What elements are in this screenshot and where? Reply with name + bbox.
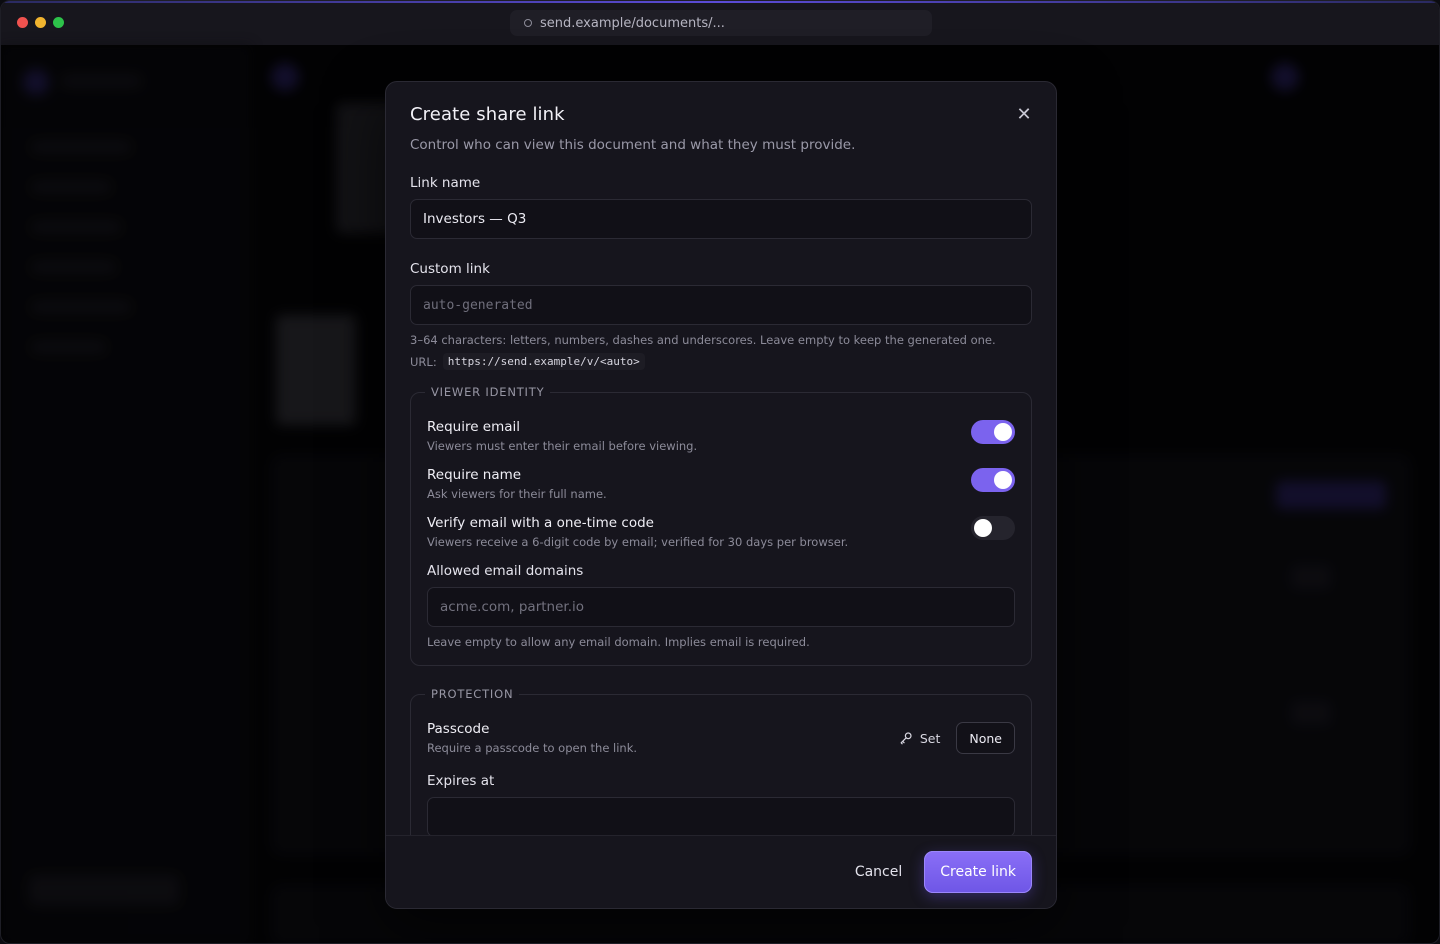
minimize-window-button[interactable] xyxy=(35,17,46,28)
verify-email-title: Verify email with a one-time code xyxy=(427,515,654,531)
url-preview-label: URL: xyxy=(410,354,437,369)
viewer-identity-section: VIEWER IDENTITY Require email Viewers mu… xyxy=(410,385,1032,666)
url-preview: URL: https://send.example/v/<auto> xyxy=(410,353,1032,370)
expires-input[interactable] xyxy=(427,797,1015,835)
require-email-title: Require email xyxy=(427,419,521,435)
close-icon[interactable]: ✕ xyxy=(1014,104,1034,125)
address-bar[interactable]: send.example/documents/... xyxy=(510,10,932,36)
custom-link-placeholder: auto-generated xyxy=(423,297,533,313)
require-email-toggle[interactable] xyxy=(971,420,1015,444)
allowed-domains-placeholder: acme.com, partner.io xyxy=(440,599,585,615)
allowed-domains-label: Allowed email domains xyxy=(427,563,584,579)
protection-section: PROTECTION Passcode Require a passcode t… xyxy=(410,687,1032,835)
key-icon xyxy=(900,732,912,745)
dialog-subtitle: Control who can view this document and w… xyxy=(410,137,856,153)
set-passcode-label: Set xyxy=(919,730,941,746)
site-info-icon xyxy=(524,19,532,27)
set-passcode-button[interactable]: Set xyxy=(899,730,941,746)
dialog-title: Create share link xyxy=(410,104,565,125)
verify-email-toggle[interactable] xyxy=(971,516,1015,540)
require-name-desc: Ask viewers for their full name. xyxy=(427,487,607,501)
require-name-title: Require name xyxy=(427,467,522,483)
expires-label: Expires at xyxy=(427,773,495,789)
close-window-button[interactable] xyxy=(17,17,28,28)
passcode-desc: Require a passcode to open the link. xyxy=(427,741,638,755)
maximize-window-button[interactable] xyxy=(53,17,64,28)
create-link-button[interactable]: Create link xyxy=(924,851,1032,893)
url-preview-value: https://send.example/v/<auto> xyxy=(442,353,645,370)
allowed-domains-hint: Leave empty to allow any email domain. I… xyxy=(427,635,810,649)
link-name-label: Link name xyxy=(410,175,481,191)
cancel-button[interactable]: Cancel xyxy=(855,864,902,880)
require-email-row: Require email Viewers must enter their e… xyxy=(427,419,1015,453)
viewer-identity-legend: VIEWER IDENTITY xyxy=(425,385,551,399)
link-name-input[interactable]: Investors — Q3 xyxy=(410,199,1032,239)
create-link-label: Create link xyxy=(940,864,1016,880)
create-share-link-dialog: ✕ Create share link Control who can view… xyxy=(385,81,1057,909)
require-name-toggle[interactable] xyxy=(971,468,1015,492)
address-bar-url: send.example/documents/... xyxy=(540,15,725,31)
browser-window: send.example/documents/... ✕ Create shar… xyxy=(0,0,1440,944)
passcode-none-label: None xyxy=(969,730,1002,746)
require-name-row: Require name Ask viewers for their full … xyxy=(427,467,1015,501)
protection-legend: PROTECTION xyxy=(425,687,520,701)
browser-titlebar: send.example/documents/... xyxy=(1,1,1439,45)
passcode-title: Passcode xyxy=(427,721,490,737)
passcode-row: Passcode Require a passcode to open the … xyxy=(427,721,1015,755)
dialog-body: ✕ Create share link Control who can view… xyxy=(386,82,1056,835)
custom-link-input[interactable]: auto-generated xyxy=(410,285,1032,325)
custom-link-hint: 3–64 characters: letters, numbers, dashe… xyxy=(410,333,996,347)
allowed-domains-input[interactable]: acme.com, partner.io xyxy=(427,587,1015,627)
link-name-value: Investors — Q3 xyxy=(423,211,527,227)
dialog-footer: Cancel Create link xyxy=(386,835,1056,908)
passcode-none-button[interactable]: None xyxy=(956,722,1015,754)
verify-email-row: Verify email with a one-time code Viewer… xyxy=(427,515,1015,549)
window-controls xyxy=(17,17,64,28)
require-email-desc: Viewers must enter their email before vi… xyxy=(427,439,698,453)
verify-email-desc: Viewers receive a 6-digit code by email;… xyxy=(427,535,849,549)
custom-link-label: Custom link xyxy=(410,261,490,277)
